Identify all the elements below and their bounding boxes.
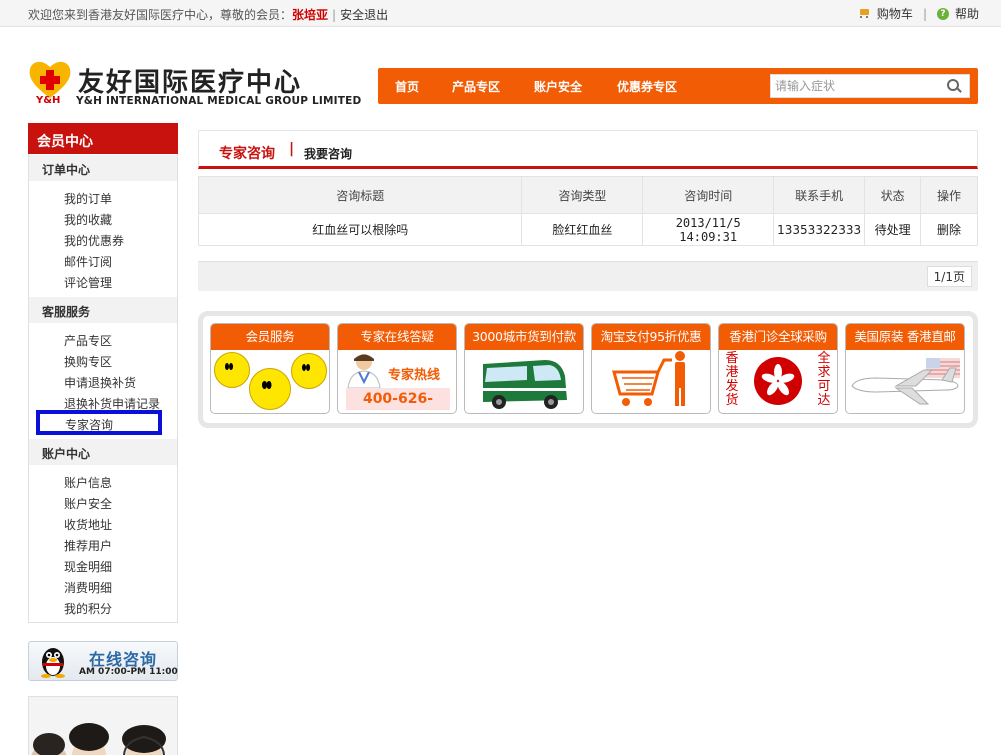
banner-title: 淘宝支付95折优惠 bbox=[592, 324, 710, 350]
cart-icon bbox=[858, 8, 871, 19]
sidebar-item-points[interactable]: 我的积分 bbox=[64, 600, 112, 617]
search-icon[interactable] bbox=[947, 79, 961, 93]
delivery-van-icon bbox=[483, 360, 567, 409]
sidebar-item-referrals[interactable]: 推荐用户 bbox=[64, 537, 112, 554]
cart-link[interactable]: 购物车 bbox=[877, 5, 913, 22]
sidebar-item-exchange[interactable]: 换购专区 bbox=[64, 353, 112, 370]
table-header-row: 咨询标题 咨询类型 咨询时间 联系手机 状态 操作 bbox=[197, 176, 978, 214]
smiley-icon bbox=[291, 353, 327, 389]
column-header-phone: 联系手机 bbox=[773, 176, 866, 214]
sidebar-item-account-security[interactable]: 账户安全 bbox=[64, 495, 112, 512]
banner-cash-on-delivery[interactable]: 3000城市货到付款 bbox=[464, 323, 584, 414]
welcome-message: 欢迎您来到香港友好国际医疗中心，尊敬的会员：张培亚 | 安全退出 bbox=[28, 6, 388, 23]
top-links: 购物车 | ? 帮助 bbox=[858, 5, 979, 22]
column-header-action: 操作 bbox=[920, 176, 978, 214]
doctor-icon bbox=[347, 354, 381, 388]
banner-title: 3000城市货到付款 bbox=[465, 324, 583, 350]
banner-title: 专家在线答疑 bbox=[338, 324, 456, 350]
sidebar-title: 会员中心 bbox=[28, 123, 178, 154]
banner-member-service[interactable]: 会员服务 bbox=[210, 323, 330, 414]
sidebar-item-reviews[interactable]: 评论管理 bbox=[64, 274, 112, 291]
logo-title-cn: 友好国际医疗中心 bbox=[78, 68, 303, 98]
banner-title: 美国原装 香港直邮 bbox=[846, 324, 964, 350]
airplane-icon bbox=[851, 358, 960, 405]
column-header-type: 咨询类型 bbox=[521, 176, 644, 214]
qq-penguin-icon bbox=[41, 648, 65, 678]
column-header-title: 咨询标题 bbox=[197, 176, 523, 214]
global-reach-text: 全求可达 bbox=[817, 351, 831, 408]
sidebar-item-products[interactable]: 产品专区 bbox=[64, 332, 112, 349]
member-name[interactable]: 张培亚 bbox=[292, 8, 328, 22]
consult-table: 咨询标题 咨询类型 咨询时间 联系手机 状态 操作 红血丝可以根除吗 脸红红血丝… bbox=[197, 176, 978, 246]
delete-button[interactable]: 删除 bbox=[920, 213, 978, 246]
nav-item-products[interactable]: 产品专区 bbox=[452, 78, 500, 95]
sidebar-item-my-orders[interactable]: 我的订单 bbox=[64, 190, 112, 207]
online-consult-button[interactable]: 在线咨询 AM 07:00-PM 11:00 bbox=[28, 641, 178, 681]
smiley-icon bbox=[214, 352, 250, 388]
sidebar-section-orders: 订单中心 bbox=[29, 155, 177, 181]
banner-us-original[interactable]: 美国原装 香港直邮 bbox=[845, 323, 965, 414]
customer-service-agents-icon bbox=[29, 697, 177, 755]
site-logo[interactable]: 友好国际医疗中心 Y&H Y&H INTERNATIONAL MEDICAL G… bbox=[28, 58, 362, 110]
nav-item-home[interactable]: 首页 bbox=[395, 78, 419, 95]
banner-taobao-discount[interactable]: 淘宝支付95折优惠 bbox=[591, 323, 711, 414]
sidebar-item-return-request[interactable]: 申请退换补货 bbox=[64, 374, 136, 391]
welcome-text: 欢迎您来到香港友好国际医疗中心，尊敬的会员： bbox=[28, 8, 293, 22]
banner-title: 会员服务 bbox=[211, 324, 329, 350]
tab-separator: | bbox=[289, 141, 295, 157]
sidebar-item-email-subscription[interactable]: 邮件订阅 bbox=[64, 253, 112, 270]
customer-service-image bbox=[28, 696, 178, 755]
divider: | bbox=[332, 8, 337, 22]
consult-title-cell[interactable]: 红血丝可以根除吗 bbox=[197, 213, 523, 246]
status-badge: 待处理 bbox=[864, 213, 922, 246]
column-header-status: 状态 bbox=[864, 176, 922, 214]
hotline-label: 专家热线 bbox=[388, 368, 441, 383]
sidebar-section-account: 账户中心 bbox=[29, 439, 177, 465]
sidebar-item-spending-details[interactable]: 消费明细 bbox=[64, 579, 112, 596]
help-link[interactable]: 帮助 bbox=[955, 5, 979, 22]
help-icon: ? bbox=[936, 7, 949, 20]
column-header-time: 咨询时间 bbox=[642, 176, 775, 214]
banner-expert-online[interactable]: 专家在线答疑 专家热线 400-626-0998 bbox=[337, 323, 457, 414]
banner-title: 香港门诊全球采购 bbox=[719, 324, 837, 350]
consult-tabs: 专家咨询 | 我要咨询 bbox=[198, 130, 978, 169]
hotline-number: 400-626-0998 bbox=[346, 388, 450, 410]
banner-hk-global-purchase[interactable]: 香港门诊全球采购 香港发货 全求可达 bbox=[718, 323, 838, 414]
promo-banners: 会员服务 专家在线答疑 专家热线 400-626-0998 3000城市货到付款 bbox=[198, 311, 978, 428]
sidebar-item-address[interactable]: 收货地址 bbox=[64, 516, 112, 533]
consult-phone-cell: 13353322333 bbox=[773, 213, 866, 246]
nav-item-account-security[interactable]: 账户安全 bbox=[534, 78, 582, 95]
shopping-cart-icon bbox=[612, 351, 685, 406]
search-box bbox=[770, 74, 970, 98]
sidebar: 会员中心 订单中心 我的订单 我的收藏 我的优惠券 邮件订阅 评论管理 客服服务… bbox=[28, 123, 178, 623]
logo-badge: Y&H bbox=[36, 95, 61, 106]
tab-expert-consult[interactable]: 专家咨询 bbox=[219, 143, 275, 163]
main-nav: 首页 产品专区 账户安全 优惠券专区 bbox=[378, 68, 978, 104]
pagination-bar: 1/1页 bbox=[198, 261, 978, 291]
smiley-icon bbox=[249, 368, 291, 410]
hk-ship-text: 香港发货 bbox=[725, 351, 739, 408]
nav-item-coupons[interactable]: 优惠券专区 bbox=[617, 78, 677, 95]
tab-ask-question[interactable]: 我要咨询 bbox=[304, 145, 352, 162]
sidebar-item-favorites[interactable]: 我的收藏 bbox=[64, 211, 112, 228]
page-indicator[interactable]: 1/1页 bbox=[926, 266, 972, 287]
divider: | bbox=[922, 6, 927, 21]
consult-time-cell: 2013/11/5 14:09:31 bbox=[642, 213, 775, 246]
sidebar-section-service: 客服服务 bbox=[29, 297, 177, 323]
online-consult-hours: AM 07:00-PM 11:00 bbox=[79, 667, 178, 677]
logout-link[interactable]: 安全退出 bbox=[340, 8, 388, 22]
sidebar-item-account-info[interactable]: 账户信息 bbox=[64, 474, 112, 491]
hong-kong-emblem-icon bbox=[754, 357, 802, 405]
sidebar-item-expert-consult[interactable]: 专家咨询 bbox=[36, 410, 162, 435]
sidebar-item-my-coupons[interactable]: 我的优惠券 bbox=[64, 232, 124, 249]
sidebar-item-cash-details[interactable]: 现金明细 bbox=[64, 558, 112, 575]
search-input[interactable] bbox=[775, 77, 945, 95]
logo-title-en: Y&H INTERNATIONAL MEDICAL GROUP LIMITED bbox=[76, 95, 362, 107]
consult-type-cell: 脸红红血丝 bbox=[521, 213, 644, 246]
top-bar: 欢迎您来到香港友好国际医疗中心，尊敬的会员：张培亚 | 安全退出 购物车 | ? 帮… bbox=[0, 0, 1001, 27]
table-row: 红血丝可以根除吗 脸红红血丝 2013/11/5 14:09:31 133533… bbox=[197, 213, 978, 246]
